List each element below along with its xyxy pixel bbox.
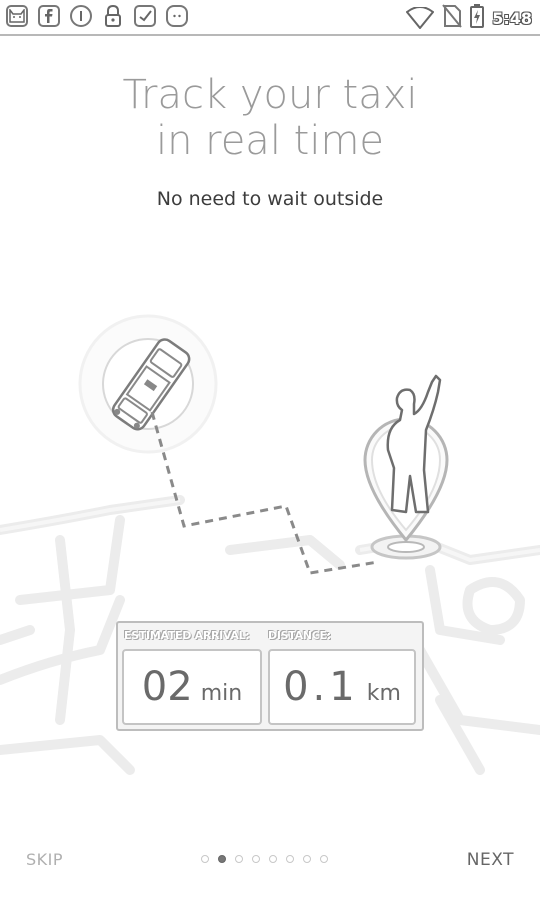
page-dot [252, 855, 260, 863]
page-title: Track your taxi in real time [0, 72, 540, 164]
system-icons: 5:48 [405, 4, 532, 32]
status-bar: 5:48 [0, 0, 540, 36]
no-sim-icon [442, 4, 462, 32]
page-dot [218, 855, 226, 863]
facebook-icon [38, 5, 60, 27]
clock: 5:48 [492, 8, 532, 28]
next-button[interactable]: NEXT [467, 850, 514, 870]
cat-face-icon [6, 5, 28, 27]
checkbox-icon [134, 5, 156, 27]
distance-unit: km [366, 681, 401, 706]
page-dot [303, 855, 311, 863]
wifi-icon [405, 6, 435, 30]
arrival-unit: min [200, 681, 243, 706]
cat-icon [166, 5, 188, 27]
title-line-2: in real time [155, 118, 385, 164]
arrival-box: 02 min [122, 649, 262, 725]
page-indicator [201, 855, 328, 863]
battery-charging-icon [470, 4, 485, 32]
page-dot [320, 855, 328, 863]
title-line-1: Track your taxi [122, 72, 418, 118]
circle-info-icon [70, 5, 92, 27]
notification-icons [6, 5, 188, 27]
skip-button[interactable]: SKIP [26, 850, 63, 869]
eta-card: ESTIMATED ARRIVAL: DISTANCE: 02 min 0.1 … [116, 621, 424, 731]
distance-value: 0.1 [283, 664, 359, 710]
page-dot [269, 855, 277, 863]
page-dot [201, 855, 209, 863]
lock-icon [102, 5, 124, 27]
arrival-value: 02 [141, 664, 193, 710]
distance-box: 0.1 km [268, 649, 416, 725]
onboarding-nav: SKIP NEXT [0, 840, 540, 880]
page-dot [286, 855, 294, 863]
page-dot [235, 855, 243, 863]
distance-label: DISTANCE: [268, 629, 331, 642]
page-subtitle: No need to wait outside [156, 188, 384, 210]
arrival-label: ESTIMATED ARRIVAL: [124, 629, 250, 642]
